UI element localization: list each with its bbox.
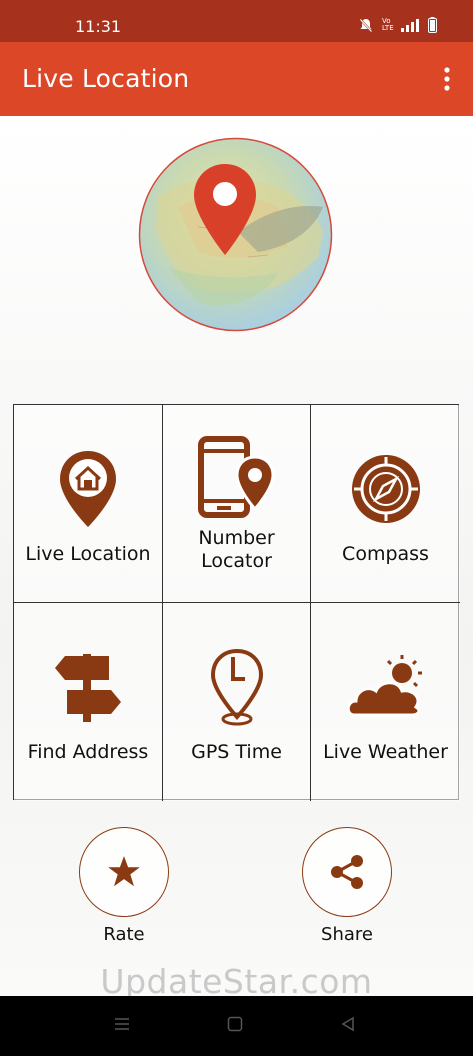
find-address-tile[interactable]: Find Address — [14, 603, 163, 801]
live-weather-label: Live Weather — [323, 741, 448, 763]
share-label: Share — [321, 924, 373, 945]
find-address-label: Find Address — [27, 741, 149, 763]
gps-time-tile[interactable]: GPS Time — [163, 603, 311, 801]
battery-icon — [428, 17, 437, 33]
status-bar: 11:31 Vo LTE — [0, 0, 473, 42]
volte-icon: Vo LTE — [382, 17, 394, 32]
recent-apps-icon[interactable] — [114, 1016, 130, 1032]
feature-grid: Live Location Number Locator Compass Fin… — [13, 404, 460, 801]
live-location-tile[interactable]: Live Location — [14, 405, 163, 603]
signal-icon — [401, 18, 419, 32]
mute-icon — [359, 17, 373, 33]
compass-tile[interactable]: Compass — [311, 405, 460, 603]
compass-label: Compass — [342, 543, 429, 565]
signpost-icon — [48, 643, 128, 731]
rate-label: Rate — [103, 924, 145, 945]
back-icon[interactable] — [340, 1016, 356, 1032]
globe-map-pin-icon — [138, 137, 333, 332]
number-locator-tile[interactable]: Number Locator — [163, 405, 311, 603]
home-pin-icon — [48, 445, 128, 533]
compass-icon — [346, 445, 426, 533]
status-time: 11:31 — [75, 17, 122, 36]
more-vertical-icon[interactable] — [437, 66, 457, 94]
share-icon — [331, 855, 363, 889]
phone-pin-icon — [197, 433, 277, 521]
number-locator-label: Number Locator — [198, 527, 274, 573]
rate-button[interactable] — [79, 827, 169, 917]
clock-pin-icon — [197, 643, 277, 731]
share-button[interactable] — [302, 827, 392, 917]
app-title: Live Location — [22, 64, 190, 93]
live-weather-tile[interactable]: Live Weather — [311, 603, 460, 801]
gps-time-label: GPS Time — [191, 741, 282, 763]
live-location-label: Live Location — [25, 543, 151, 565]
status-icons: Vo LTE — [359, 17, 437, 33]
sun-cloud-icon — [346, 643, 426, 731]
app-bar: Live Location — [0, 42, 473, 116]
star-icon — [108, 856, 140, 887]
system-nav-bar — [0, 996, 473, 1056]
home-icon[interactable] — [227, 1016, 243, 1032]
number-locator-line2: Locator — [201, 550, 272, 572]
number-locator-line1: Number — [198, 527, 275, 549]
